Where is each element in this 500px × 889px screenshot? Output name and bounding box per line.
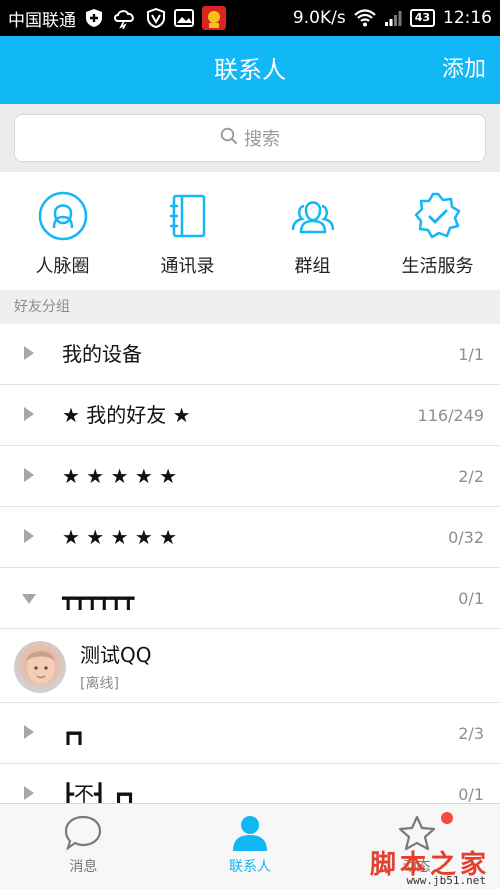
shield-v-icon [146, 8, 166, 28]
contacts-circle-icon [38, 191, 87, 241]
group-row[interactable]: ★ 我的好友 ★ 116/249 [0, 385, 500, 446]
avatar [14, 641, 66, 693]
group-row[interactable]: ┏┓ 2/3 [0, 703, 500, 764]
quick-action-label: 通讯录 [160, 256, 215, 277]
watermark-url: www.jb51.net [406, 874, 486, 887]
quick-actions: 人脉圈 通讯录 群组 生活服务 [0, 172, 500, 290]
expand-arrow-icon [24, 346, 34, 360]
group-name: ┏┓ [62, 721, 87, 745]
quick-action-life-service[interactable]: 生活服务 [375, 172, 500, 290]
group-count: 0/32 [448, 528, 484, 547]
friend-row[interactable]: 测试QQ [离线] [0, 629, 500, 703]
search-input[interactable]: 搜索 [14, 114, 486, 162]
page-title: 联系人 [214, 56, 286, 84]
tab-label: 消息 [69, 859, 98, 875]
friend-groups-header: 好友分组 [0, 290, 500, 324]
group-row[interactable]: ★ ★ ★ ★ ★ 2/2 [0, 446, 500, 507]
add-button[interactable]: 添加 [442, 36, 486, 104]
expand-arrow-icon [24, 786, 34, 800]
tab-messages[interactable]: 消息 [0, 804, 167, 889]
life-service-icon [414, 192, 460, 239]
expand-arrow-icon [24, 529, 34, 543]
group-name: ★ 我的好友 ★ [62, 403, 191, 427]
carrier-label: 中国联通 [8, 10, 76, 31]
collapse-arrow-icon [22, 594, 36, 604]
group-name: ★ ★ ★ ★ ★ [62, 525, 178, 549]
notification-dot [441, 812, 454, 824]
expand-arrow-icon [24, 468, 34, 482]
net-speed-label: 9.0K/s [292, 8, 346, 28]
group-row[interactable]: ★ ★ ★ ★ ★ 0/32 [0, 507, 500, 568]
group-count: 2/2 [458, 467, 484, 486]
expand-arrow-icon [24, 407, 34, 421]
quick-action-label: 生活服务 [401, 256, 474, 277]
app-notification-icon [202, 6, 226, 30]
group-count: 0/1 [458, 589, 484, 608]
address-book-icon [169, 194, 205, 238]
quick-action-label: 人脉圈 [35, 256, 90, 277]
clock-label: 12:16 [443, 8, 492, 28]
group-name: ┳┳┳┳┳┳ [62, 586, 135, 610]
quick-action-group[interactable]: 群组 [250, 172, 375, 290]
weather-storm-icon [112, 7, 138, 29]
message-bubble-icon [65, 815, 102, 851]
signal-icon [384, 9, 402, 27]
friend-status: [离线] [80, 676, 119, 692]
group-count: 2/3 [458, 724, 484, 743]
search-icon [220, 127, 238, 150]
battery-indicator: 43 [409, 9, 435, 27]
search-area: 搜索 [0, 104, 500, 172]
group-name: 我的设备 [62, 342, 142, 366]
group-count: 116/249 [417, 406, 484, 425]
group-icon [291, 201, 334, 234]
search-placeholder: 搜索 [244, 129, 280, 150]
group-count: 1/1 [458, 345, 484, 364]
quick-action-contacts-circle[interactable]: 人脉圈 [0, 172, 125, 290]
wifi-icon [353, 9, 376, 27]
title-bar: 联系人 添加 [0, 36, 500, 104]
expand-arrow-icon [24, 725, 34, 739]
tab-contacts[interactable]: 联系人 [167, 804, 334, 889]
group-name: ★ ★ ★ ★ ★ [62, 464, 178, 488]
image-icon [174, 9, 194, 27]
contacts-person-icon [233, 816, 267, 851]
group-row[interactable]: 我的设备 1/1 [0, 324, 500, 385]
shield-plus-icon [84, 8, 104, 28]
status-bar: 中国联通 9.0K/s 43 12:16 [0, 0, 500, 36]
quick-action-label: 群组 [294, 256, 331, 277]
contact-list: 我的设备 1/1 ★ 我的好友 ★ 116/249 ★ ★ ★ ★ ★ 2/2 … [0, 324, 500, 825]
quick-action-address-book[interactable]: 通讯录 [125, 172, 250, 290]
group-row-expanded[interactable]: ┳┳┳┳┳┳ 0/1 [0, 568, 500, 629]
friend-name: 测试QQ [80, 643, 152, 667]
tab-label: 联系人 [229, 859, 271, 875]
